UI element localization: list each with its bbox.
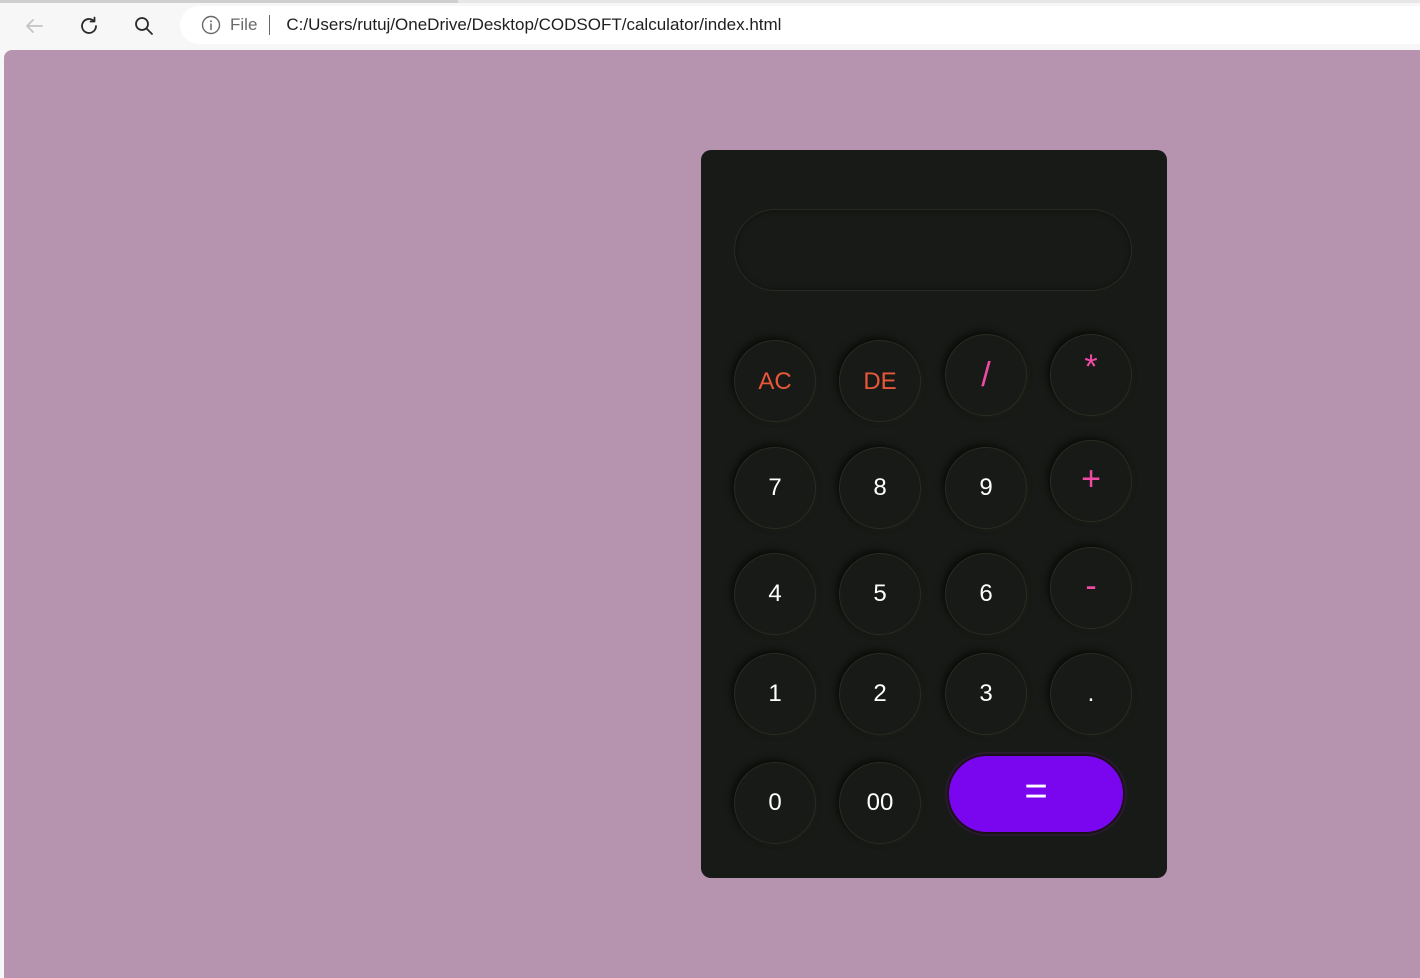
digit-1-label: 1 <box>768 680 782 707</box>
digit-5-button[interactable]: 5 <box>839 553 921 635</box>
digit-3-label: 3 <box>979 680 993 707</box>
search-icon <box>133 15 155 37</box>
digit-4-button[interactable]: 4 <box>734 553 816 635</box>
digit-6-button[interactable]: 6 <box>945 553 1027 635</box>
divide-button[interactable]: / <box>945 334 1027 416</box>
digit-9-label: 9 <box>979 474 993 501</box>
digit-9-button[interactable]: 9 <box>945 447 1027 529</box>
digit-7-label: 7 <box>768 474 782 501</box>
minus-label: - <box>1085 566 1097 605</box>
delete-button[interactable]: DE <box>839 340 921 422</box>
reload-button[interactable] <box>73 10 105 42</box>
calculator: AC DE / * 7 8 9 + 4 5 6 - 1 2 3 . 0 00 = <box>701 150 1167 878</box>
divide-label: / <box>981 355 991 394</box>
address-bar[interactable]: File C:/Users/rutuj/OneDrive/Desktop/COD… <box>180 6 1420 44</box>
double-zero-label: 00 <box>866 789 894 816</box>
clear-all-label: AC <box>758 368 792 395</box>
decimal-button[interactable]: . <box>1050 653 1132 735</box>
decimal-label: . <box>1087 680 1095 707</box>
multiply-label: * <box>1084 347 1098 386</box>
equals-label: = <box>1024 768 1048 813</box>
clear-all-button[interactable]: AC <box>734 340 816 422</box>
address-divider <box>269 15 271 35</box>
plus-button[interactable]: + <box>1050 440 1132 522</box>
reload-icon <box>77 14 101 38</box>
delete-label: DE <box>863 368 897 395</box>
digit-3-button[interactable]: 3 <box>945 653 1027 735</box>
back-button[interactable] <box>18 10 50 42</box>
plus-label: + <box>1081 459 1101 498</box>
search-button[interactable] <box>128 10 160 42</box>
digit-5-label: 5 <box>873 580 887 607</box>
digit-2-label: 2 <box>873 680 887 707</box>
minus-button[interactable]: - <box>1050 547 1132 629</box>
digit-4-label: 4 <box>768 580 782 607</box>
multiply-button[interactable]: * <box>1050 334 1132 416</box>
info-icon[interactable] <box>201 15 221 35</box>
digit-6-label: 6 <box>979 580 993 607</box>
browser-toolbar: File C:/Users/rutuj/OneDrive/Desktop/COD… <box>0 0 1420 50</box>
digit-8-label: 8 <box>873 474 887 501</box>
digit-0-button[interactable]: 0 <box>734 762 816 844</box>
calculator-display[interactable] <box>734 209 1132 291</box>
double-zero-button[interactable]: 00 <box>839 762 921 844</box>
page-viewport: AC DE / * 7 8 9 + 4 5 6 - 1 2 3 . 0 00 = <box>4 50 1420 978</box>
arrow-left-icon <box>23 15 45 37</box>
digit-2-button[interactable]: 2 <box>839 653 921 735</box>
url-text[interactable]: C:/Users/rutuj/OneDrive/Desktop/CODSOFT/… <box>286 15 781 35</box>
file-scheme-label: File <box>230 15 258 34</box>
equals-button[interactable]: = <box>947 754 1125 834</box>
tab-strip-edge <box>0 0 1420 3</box>
digit-8-button[interactable]: 8 <box>839 447 921 529</box>
digit-7-button[interactable]: 7 <box>734 447 816 529</box>
digit-0-label: 0 <box>768 789 782 816</box>
digit-1-button[interactable]: 1 <box>734 653 816 735</box>
